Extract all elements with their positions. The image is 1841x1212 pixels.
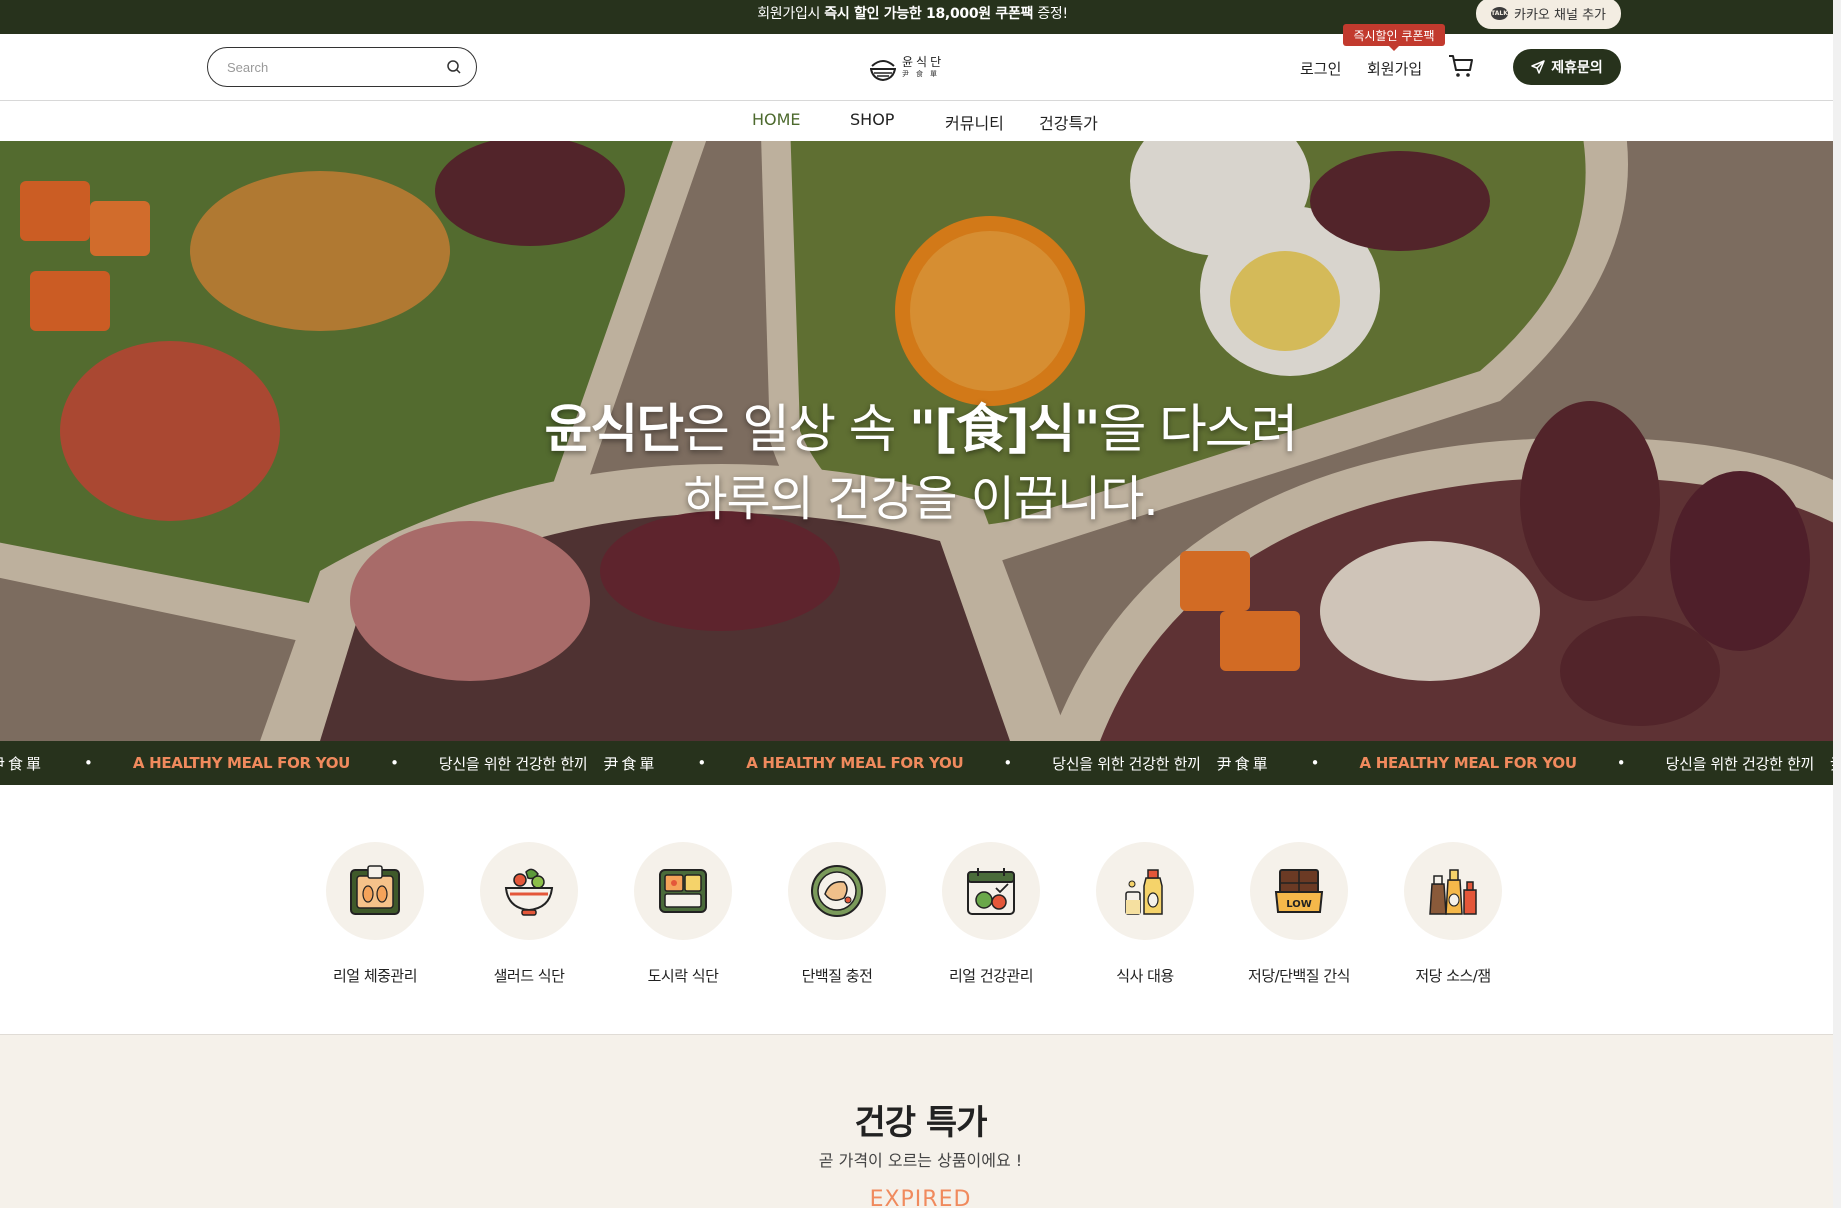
category-icon-circle xyxy=(1096,842,1194,940)
category-icon-circle xyxy=(634,842,732,940)
site-header: 윤식단 尹食單 로그인 회원가입 즉시할인 쿠폰팩 제휴문의 xyxy=(0,24,1841,101)
category-icon-circle xyxy=(942,842,1040,940)
hero-subline: 하루의 건강을 이끕니다. xyxy=(683,471,1158,527)
chocolate-low-icon: LOW xyxy=(1274,869,1324,913)
category-label: 리얼 건강관리 xyxy=(948,967,1034,985)
scale-icon xyxy=(350,865,400,915)
category-label: 도시락 식단 xyxy=(647,967,719,985)
section-subtitle: 곧 가격이 오르는 상품이에요 ! xyxy=(818,1151,1023,1170)
shake-bottle-icon xyxy=(1125,869,1163,915)
category-low-sugar-snack[interactable]: LOW 저당/단백질 간식 xyxy=(1229,842,1369,986)
category-label: 샐러드 식단 xyxy=(493,967,565,985)
kakao-channel-button[interactable]: TALK 카카오 채널 추가 xyxy=(1476,0,1621,29)
top-promo-banner: 회원가입시 즉시 할인 가능한 18,000원 쿠폰팩 증정! TALK 카카오… xyxy=(0,0,1841,34)
category-weight-care[interactable]: 리얼 체중관리 xyxy=(305,842,445,986)
category-low-sugar-sauce[interactable]: 저당 소스/잼 xyxy=(1383,842,1523,986)
category-meal-replacement[interactable]: 식사 대용 xyxy=(1075,842,1215,986)
protein-plate-icon xyxy=(811,865,863,917)
send-plane-icon xyxy=(1531,60,1545,74)
category-label: 식사 대용 xyxy=(1116,967,1174,985)
marquee-korean: 당신을 위한 건강한 한끼 xyxy=(438,754,588,773)
marquee-dot: • xyxy=(390,754,399,772)
hero-banner[interactable]: 윤식단은 일상 속 "[食]식"을 다스려 하루의 건강을 이끕니다. xyxy=(0,141,1841,741)
marquee-dot: • xyxy=(1616,754,1626,772)
promo-highlight: 즉시 할인 가능한 18,000원 쿠폰팩 xyxy=(824,6,1034,22)
health-deal-section: 건강 특가 곧 가격이 오르는 상품이에요 ! EXPIRED xyxy=(0,1035,1841,1212)
kakao-channel-label: 카카오 채널 추가 xyxy=(1514,8,1606,23)
marquee-english: A HEALTHY MEAL FOR YOU xyxy=(132,754,351,772)
search-input[interactable] xyxy=(227,59,446,75)
marquee-english: A HEALTHY MEAL FOR YOU xyxy=(1359,754,1577,772)
marquee-dot: • xyxy=(1003,754,1013,772)
marquee-korean: 당신을 위한 건강한 한끼 xyxy=(1665,754,1815,773)
promo-prefix: 회원가입시 xyxy=(757,6,825,22)
search-box[interactable] xyxy=(207,47,477,87)
logo-hanja-text: 尹食單 xyxy=(902,70,944,78)
category-menu: 리얼 체중관리 샐러드 식단 도시락 식단 단백질 충전 리얼 건강관리 식사 … xyxy=(0,785,1841,1035)
sauce-jars-icon xyxy=(1429,869,1477,915)
hero-headline: 윤식단은 일상 속 "[食]식"을 다스려 xyxy=(0,387,1841,462)
site-logo[interactable]: 윤식단 尹食單 xyxy=(870,50,960,84)
category-icon-circle xyxy=(326,842,424,940)
category-icon-circle: LOW xyxy=(1250,842,1348,940)
partnership-button[interactable]: 제휴문의 xyxy=(1513,49,1621,85)
svg-text:LOW: LOW xyxy=(1286,899,1312,910)
salad-bowl-icon xyxy=(504,868,554,916)
logo-bowl-icon xyxy=(870,60,896,82)
calendar-veg-icon xyxy=(967,868,1015,915)
nav-health-deal[interactable]: 건강특가 xyxy=(1039,110,1098,134)
slogan-marquee: 尹食單 • A HEALTHY MEAL FOR YOU • 당신을 위한 건강… xyxy=(0,741,1841,785)
category-label: 단백질 충전 xyxy=(801,967,873,985)
section-title: 건강 특가 xyxy=(854,1103,988,1143)
nav-shop[interactable]: SHOP xyxy=(850,110,894,129)
hero-line1-end: 을 다스려 xyxy=(1098,400,1299,460)
logo-korean-text: 윤식단 xyxy=(902,55,945,69)
partnership-label: 제휴문의 xyxy=(1551,60,1603,76)
category-icon-circle xyxy=(480,842,578,940)
category-icon-circle xyxy=(1404,842,1502,940)
category-icon-circle xyxy=(788,842,886,940)
deal-status: EXPIRED xyxy=(869,1187,972,1212)
search-icon[interactable] xyxy=(446,59,462,75)
marquee-hanja: 尹食單 xyxy=(1216,754,1271,773)
hero-brand-word: 윤식단 xyxy=(544,400,685,460)
marquee-dot: • xyxy=(84,754,93,772)
hero-quote-word: "[食]식" xyxy=(909,400,1101,460)
nav-community[interactable]: 커뮤니티 xyxy=(945,110,1004,134)
marquee-dot: • xyxy=(697,754,707,772)
marquee-hanja: 尹食單 xyxy=(0,754,45,773)
marquee-english: A HEALTHY MEAL FOR YOU xyxy=(746,754,964,772)
category-label: 리얼 체중관리 xyxy=(332,967,418,985)
category-label: 저당/단백질 간식 xyxy=(1248,967,1350,985)
page-scrollbar[interactable] xyxy=(1833,0,1841,1208)
marquee-hanja: 尹食單 xyxy=(603,754,658,773)
promo-suffix: 증정! xyxy=(1033,6,1068,22)
category-protein[interactable]: 단백질 충전 xyxy=(767,842,907,986)
join-link[interactable]: 회원가입 xyxy=(1367,58,1422,79)
main-nav: HOME SHOP 커뮤니티 건강특가 xyxy=(0,101,1841,141)
kakao-talk-icon: TALK xyxy=(1491,7,1508,20)
category-lunchbox[interactable]: 도시락 식단 xyxy=(613,842,753,986)
category-health-care[interactable]: 리얼 건강관리 xyxy=(921,842,1061,986)
category-label: 저당 소스/잼 xyxy=(1415,967,1491,985)
coupon-pack-badge: 즉시할인 쿠폰팩 xyxy=(1343,24,1445,51)
cart-icon[interactable] xyxy=(1447,52,1475,80)
hero-line1-mid: 은 일상 속 xyxy=(682,400,910,460)
marquee-korean: 당신을 위한 건강한 한끼 xyxy=(1052,754,1201,773)
nav-home[interactable]: HOME xyxy=(752,110,801,129)
category-salad[interactable]: 샐러드 식단 xyxy=(459,842,599,986)
marquee-dot: • xyxy=(1310,754,1320,772)
login-link[interactable]: 로그인 xyxy=(1300,58,1341,79)
lunchbox-icon xyxy=(659,869,707,913)
